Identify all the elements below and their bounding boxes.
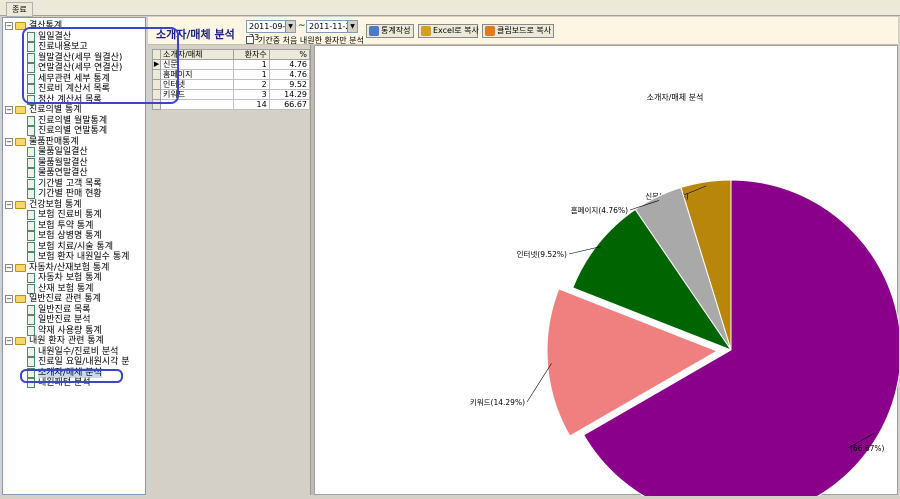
column-header[interactable]: 환자수 bbox=[232, 49, 270, 60]
chevron-down-icon[interactable]: ▼ bbox=[285, 21, 295, 32]
clipboard-icon bbox=[485, 26, 495, 36]
chart-pane: 소개자/매체 분석신문(4.76%)홈페이지(4.76%)인터넷(9.52%)키… bbox=[314, 45, 900, 499]
folder-icon bbox=[15, 137, 26, 146]
tree-item-label: 보험 상병명 통계 bbox=[38, 231, 102, 241]
toolbar: 소개자/매체 분석 2011-09-23 ▼ ~ 2011-11-23 ▼ 기간… bbox=[148, 17, 898, 45]
collapse-icon[interactable]: − bbox=[5, 22, 13, 30]
document-icon bbox=[27, 304, 35, 315]
main-panel: 소개자/매체 분석 2011-09-23 ▼ ~ 2011-11-23 ▼ 기간… bbox=[148, 17, 900, 499]
tree-item-label: 진료의별 월말통계 bbox=[38, 115, 108, 126]
tree-selection-highlight bbox=[20, 369, 123, 383]
grid-highlight bbox=[22, 27, 179, 104]
document-icon bbox=[27, 231, 35, 241]
document-icon bbox=[27, 147, 35, 157]
document-icon bbox=[27, 168, 35, 178]
slice-label: 키워드(14.29%) bbox=[470, 398, 525, 407]
chart-icon bbox=[369, 26, 379, 36]
document-icon bbox=[27, 115, 35, 126]
tree-item-label: 자동차 보험 통계 bbox=[38, 273, 102, 283]
document-icon bbox=[27, 210, 35, 220]
menu-bar: 종료 bbox=[0, 0, 900, 17]
excel-icon bbox=[421, 26, 431, 36]
folder-icon bbox=[15, 200, 26, 209]
grid-pane: 소개자/매체 환자수 % ▶ 신문 1 4.76 홈페이지 1 4.76 인터넷 2 9.52 키워… bbox=[148, 45, 311, 495]
tree-item-label: 일반진료 목록 bbox=[38, 304, 91, 315]
document-icon bbox=[27, 273, 35, 283]
tree-item-label: 보험 투약 통계 bbox=[38, 220, 94, 231]
pie-chart: 소개자/매체 분석신문(4.76%)홈페이지(4.76%)인터넷(9.52%)키… bbox=[470, 92, 900, 499]
tree-group-label: 건강보험 통계 bbox=[29, 199, 82, 210]
tree-group-label: 일반진료 관련 통계 bbox=[29, 294, 101, 304]
tree-item-label: 물품일일결산 bbox=[38, 147, 88, 157]
collapse-icon[interactable]: − bbox=[5, 137, 13, 146]
collapse-icon[interactable]: − bbox=[5, 295, 13, 303]
collapse-icon[interactable]: − bbox=[5, 337, 13, 345]
document-icon bbox=[27, 178, 35, 189]
chevron-down-icon[interactable]: ▼ bbox=[347, 21, 357, 32]
tree-item-label: 진료일 요일/내원시각 분 bbox=[38, 357, 130, 367]
slice-label: (66.67%) bbox=[850, 444, 885, 453]
tree-item-label: 물품월말결산 bbox=[38, 157, 88, 168]
slice-label: 홈페이지(4.76%) bbox=[571, 205, 628, 215]
table-cell: 14.29 bbox=[268, 89, 311, 100]
table-cell: 2 bbox=[232, 79, 270, 90]
document-icon bbox=[27, 346, 35, 357]
table-cell: 1 bbox=[232, 59, 270, 70]
clipboard-copy-button[interactable]: 클립보드로 복사 bbox=[482, 24, 554, 38]
tree-item-label: 기간별 고객 목록 bbox=[38, 178, 102, 189]
table-cell: 14 bbox=[232, 99, 270, 110]
document-icon bbox=[27, 189, 35, 199]
slice-label: 인터넷(9.52%) bbox=[517, 249, 567, 259]
folder-icon bbox=[15, 106, 26, 114]
document-icon bbox=[27, 157, 35, 168]
tree-item-label: 내원일수/진료비 분석 bbox=[38, 346, 119, 357]
collapse-icon[interactable]: − bbox=[5, 106, 13, 114]
folder-icon bbox=[15, 337, 26, 345]
tree-item-label: 진료의별 연말통계 bbox=[38, 126, 108, 136]
date-separator: ~ bbox=[298, 21, 306, 31]
tree-item-label: 약재 사용량 통계 bbox=[38, 325, 102, 336]
table-cell: 66.67 bbox=[268, 99, 311, 110]
document-icon bbox=[27, 357, 35, 367]
slice-leader-line bbox=[526, 363, 552, 403]
column-header[interactable]: % bbox=[268, 49, 311, 60]
tree-group-label: 진료의별 통계 bbox=[29, 105, 82, 115]
document-icon bbox=[27, 126, 35, 136]
menu-exit[interactable]: 종료 bbox=[6, 2, 33, 17]
stats-button[interactable]: 통계작성 bbox=[366, 24, 414, 38]
table-cell: 1 bbox=[232, 69, 270, 80]
document-icon bbox=[27, 283, 35, 294]
tree-item-label: 보험 진료비 통계 bbox=[38, 210, 102, 220]
tree-item-label: 보험 환자 내원일수 통계 bbox=[38, 252, 130, 262]
tree-item-label: 보험 치료/시술 통계 bbox=[38, 241, 113, 252]
tree-item-label: 일반진료 분석 bbox=[38, 315, 91, 325]
tree-group-label: 내원 환자 관련 통계 bbox=[29, 336, 104, 346]
table-cell: 9.52 bbox=[268, 79, 311, 90]
date-from-field[interactable]: 2011-09-23 ▼ bbox=[246, 20, 296, 42]
tree-item-label: 기간별 판매 현황 bbox=[38, 189, 102, 199]
tree-group-label: 자동차/산재보험 통계 bbox=[29, 262, 110, 273]
document-icon bbox=[27, 241, 35, 252]
tree-group-label: 물품판매통계 bbox=[29, 136, 79, 147]
folder-icon bbox=[15, 263, 26, 272]
first-visit-checkbox[interactable] bbox=[246, 36, 254, 44]
collapse-icon[interactable]: − bbox=[5, 200, 13, 209]
tree-item-label: 산재 보험 통계 bbox=[38, 283, 94, 294]
document-icon bbox=[27, 252, 35, 262]
tree-item-label: 물품연말결산 bbox=[38, 168, 88, 178]
folder-icon bbox=[15, 295, 26, 303]
collapse-icon[interactable]: − bbox=[5, 263, 13, 272]
document-icon bbox=[27, 220, 35, 231]
document-icon bbox=[27, 325, 35, 336]
table-cell: 4.76 bbox=[268, 59, 311, 70]
date-to-field[interactable]: 2011-11-23 ▼ bbox=[306, 20, 358, 33]
document-icon bbox=[27, 315, 35, 325]
chart-title: 소개자/매체 분석 bbox=[647, 92, 704, 102]
excel-copy-button[interactable]: Excel로 복사 bbox=[418, 24, 479, 38]
table-cell: 3 bbox=[232, 89, 270, 100]
table-cell: 4.76 bbox=[268, 69, 311, 80]
